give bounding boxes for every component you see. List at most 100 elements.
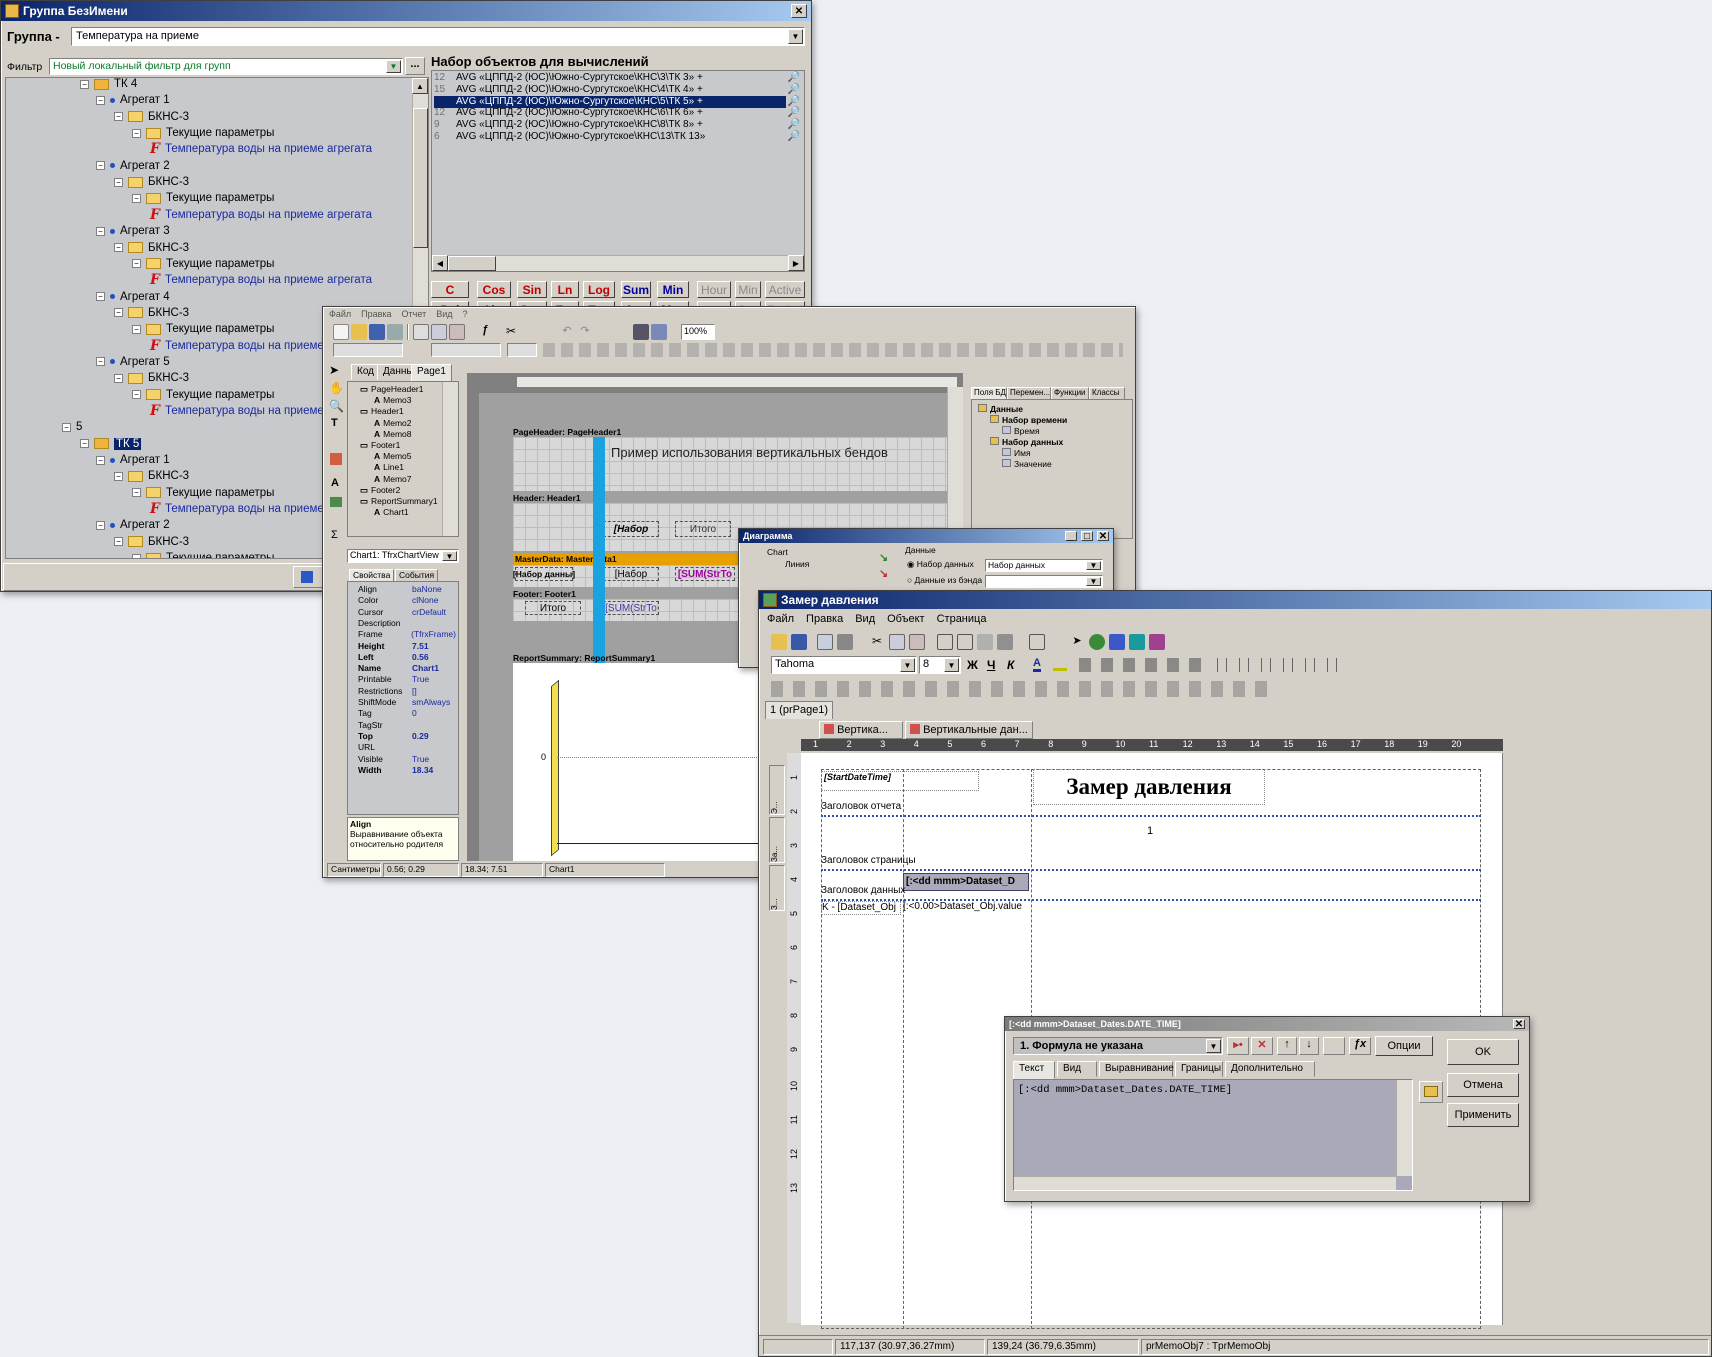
data-tree-item[interactable]: Время bbox=[1002, 426, 1040, 436]
tree-node[interactable]: − Агрегат 1 bbox=[96, 92, 170, 108]
zoom-icon[interactable]: 🔍 bbox=[329, 399, 344, 413]
font-name-select[interactable] bbox=[333, 343, 403, 357]
close-button[interactable]: ✕ bbox=[1513, 1019, 1525, 1030]
tree-node[interactable]: F Температура воды на приеме агрегата bbox=[150, 272, 372, 288]
magnifier-icon[interactable]: 🔎 bbox=[788, 96, 800, 107]
report-tree-item[interactable]: ▭ Footer1 bbox=[360, 440, 400, 451]
collapse-icon[interactable]: − bbox=[132, 488, 141, 498]
list-item[interactable]: 9 AVG «ЦППД-2 (ЮС)\Южно-Сургутское\КНС\8\… bbox=[434, 119, 800, 131]
text-tool-icon[interactable]: T bbox=[331, 417, 338, 429]
collapse-icon[interactable]: − bbox=[132, 128, 141, 138]
designer-tab[interactable]: Код bbox=[351, 364, 381, 380]
tree-node[interactable]: − Текущие параметры bbox=[132, 550, 274, 558]
options-button[interactable]: Опции bbox=[1375, 1036, 1433, 1056]
magnifier-icon[interactable]: 🔎 bbox=[788, 131, 800, 142]
magnifier-icon[interactable]: 🔎 bbox=[788, 72, 800, 83]
apply-button[interactable]: Применить bbox=[1447, 1103, 1519, 1127]
cut-icon[interactable]: ✂ bbox=[503, 324, 519, 340]
report-tree-item[interactable]: ▭ PageHeader1 bbox=[360, 384, 424, 395]
property-row[interactable]: Printable True bbox=[350, 674, 456, 685]
menu-item[interactable]: Правка bbox=[806, 613, 843, 625]
collapse-icon[interactable]: − bbox=[114, 243, 123, 252]
sum-tool-icon[interactable]: Σ bbox=[331, 529, 338, 541]
send-back-icon[interactable] bbox=[997, 634, 1013, 650]
delete-field-icon[interactable]: ✕ bbox=[1251, 1037, 1273, 1055]
property-row[interactable]: Visible True bbox=[350, 754, 456, 765]
calc-button[interactable]: Ln bbox=[551, 281, 579, 298]
tree-node[interactable]: − Текущие параметры bbox=[132, 321, 274, 337]
calc-button[interactable]: Log bbox=[583, 281, 615, 298]
report-tree-item[interactable]: A Memo5 bbox=[374, 451, 411, 461]
chart-tree-item[interactable]: Chart bbox=[743, 545, 871, 557]
tree-node[interactable]: − БКНС-3 bbox=[114, 468, 189, 484]
tree-node[interactable]: − Текущие параметры bbox=[132, 387, 274, 403]
band-select[interactable]: ▼ bbox=[985, 575, 1103, 588]
page-tab[interactable]: 1 (prPage1) bbox=[765, 701, 834, 719]
chevron-down-icon[interactable]: ▼ bbox=[442, 551, 457, 561]
chevron-down-icon[interactable]: ▼ bbox=[1206, 1039, 1221, 1053]
dataset-select[interactable]: Набор данных ▼ bbox=[985, 559, 1103, 572]
pressure-toolbar-3[interactable] bbox=[771, 681, 1271, 697]
size-select[interactable]: 8 ▼ bbox=[919, 656, 961, 674]
tree-node[interactable]: − ТК 5 bbox=[80, 436, 142, 452]
preview-icon[interactable] bbox=[387, 324, 403, 340]
pointer-icon[interactable]: ➤ bbox=[329, 363, 339, 377]
obj-value-memo[interactable]: [:<0.00>Dataset_Obj.value bbox=[903, 901, 1029, 915]
filter-select[interactable]: Новый локальный фильтр для групп ▼ bbox=[49, 58, 403, 75]
new-icon[interactable] bbox=[333, 324, 349, 340]
memo-icon[interactable] bbox=[1109, 634, 1125, 650]
memo-editor-tab[interactable]: Границы bbox=[1175, 1061, 1223, 1077]
paste-icon[interactable] bbox=[449, 324, 465, 340]
function-icon[interactable]: ƒx bbox=[1349, 1037, 1371, 1055]
chart-dialog-titlebar[interactable]: Диаграмма _ □ ✕ bbox=[739, 529, 1113, 543]
memo-text-vscroll[interactable] bbox=[1396, 1080, 1412, 1176]
tree-node[interactable]: − Агрегат 1 bbox=[96, 452, 170, 468]
copy-icon[interactable] bbox=[889, 634, 905, 650]
magnifier-icon[interactable]: 🔎 bbox=[788, 84, 800, 95]
align-icon[interactable] bbox=[1029, 634, 1045, 650]
list-item[interactable]: 12 AVG «ЦППД-2 (ЮС)\Южно-Сургутское\КНС\6… bbox=[434, 107, 800, 119]
settings-icon[interactable] bbox=[651, 324, 667, 340]
picture-tool-icon[interactable] bbox=[330, 497, 342, 507]
chevron-down-icon[interactable]: ▼ bbox=[900, 658, 915, 672]
chevron-down-icon[interactable]: ▼ bbox=[386, 60, 401, 73]
group-icon[interactable] bbox=[937, 634, 953, 650]
property-row[interactable]: Restrictions [] bbox=[350, 686, 456, 697]
fill-color-icon[interactable] bbox=[1053, 657, 1067, 671]
tree-node[interactable]: F Температура воды на приеме а bbox=[150, 403, 333, 419]
tree-node[interactable]: F Температура воды на приеме агрегата bbox=[150, 141, 372, 157]
sub-tab-vertical-data[interactable]: Вертикальные дан... bbox=[905, 721, 1033, 739]
tree-node[interactable]: − БКНС-3 bbox=[114, 109, 189, 125]
tree-node[interactable]: − Текущие параметры bbox=[132, 190, 274, 206]
band-side-title[interactable]: Э... bbox=[769, 765, 785, 815]
calc-object-list[interactable]: 12 AVG «ЦППД-2 (ЮС)\Южно-Сургутское\КНС\3… bbox=[431, 70, 805, 272]
underline-button[interactable]: Ч bbox=[987, 658, 995, 672]
tree-node[interactable]: F Температура воды на приеме а bbox=[150, 338, 333, 354]
chevron-down-icon[interactable]: ▼ bbox=[1086, 561, 1101, 570]
property-row[interactable]: Width 18.34 bbox=[350, 765, 456, 776]
memo-editor-tab[interactable]: Выравнивание bbox=[1099, 1061, 1174, 1077]
tree-node[interactable]: F Температура воды на приеме а bbox=[150, 501, 333, 517]
report-tree-item[interactable]: A Line1 bbox=[374, 462, 404, 472]
maximize-button[interactable]: □ bbox=[1081, 531, 1093, 542]
collapse-icon[interactable]: − bbox=[132, 390, 141, 400]
memo-text-area[interactable]: [:<dd mmm>Dataset_Dates.DATE_TIME] bbox=[1013, 1079, 1413, 1191]
function-icon[interactable]: ƒ bbox=[477, 324, 493, 340]
tree-node[interactable]: − Текущие параметры bbox=[132, 256, 274, 272]
property-row[interactable]: Top 0.29 bbox=[350, 731, 456, 742]
object-inspector[interactable]: Align baNone Color clNone Cursor crDefault Des… bbox=[347, 581, 459, 815]
blank-button[interactable] bbox=[1323, 1037, 1345, 1055]
vertical-master-band[interactable] bbox=[593, 437, 605, 677]
property-row[interactable]: Cursor crDefault bbox=[350, 607, 456, 618]
collapse-icon[interactable]: − bbox=[96, 95, 105, 105]
property-row[interactable]: TagStr bbox=[350, 720, 456, 731]
collapse-icon[interactable]: − bbox=[114, 308, 123, 318]
collapse-icon[interactable]: − bbox=[132, 324, 141, 334]
report-tree-item[interactable]: ▭ Header1 bbox=[360, 406, 404, 417]
scroll-thumb[interactable] bbox=[448, 256, 496, 271]
scroll-right-icon[interactable]: ▶ bbox=[788, 255, 804, 271]
collapse-icon[interactable]: − bbox=[114, 537, 123, 547]
print-icon[interactable] bbox=[837, 634, 853, 650]
tree-node[interactable]: − Агрегат 2 bbox=[96, 158, 170, 174]
date-memo[interactable]: [:<dd mmm>Dataset_D bbox=[903, 873, 1029, 891]
